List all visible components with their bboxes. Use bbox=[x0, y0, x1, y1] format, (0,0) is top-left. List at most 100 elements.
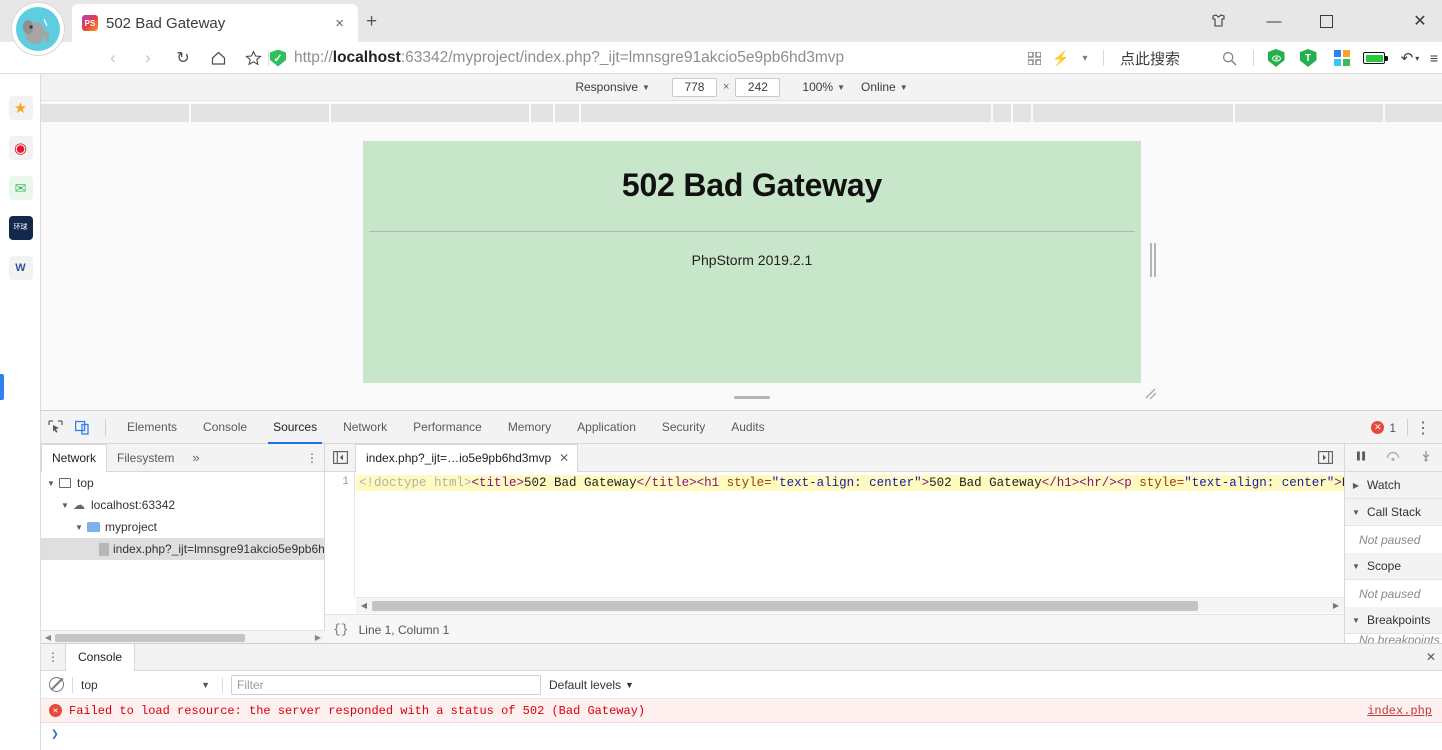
navigator-menu-icon[interactable]: ⋮ bbox=[306, 451, 318, 465]
console-error-source-link[interactable]: index.php bbox=[1367, 704, 1432, 718]
word-document-icon: W bbox=[8, 256, 33, 280]
device-width-input[interactable]: 778 bbox=[671, 77, 717, 97]
search-icon[interactable] bbox=[1216, 42, 1242, 74]
pause-resume-icon[interactable] bbox=[1355, 450, 1367, 465]
back-icon[interactable]: ‹ bbox=[98, 42, 128, 74]
tab-sources[interactable]: Sources bbox=[260, 411, 330, 444]
device-zoom-dropdown[interactable]: 100% ▼ bbox=[802, 80, 845, 94]
viewport-bottom-resize-handle[interactable] bbox=[363, 393, 1141, 401]
tab-audits[interactable]: Audits bbox=[718, 411, 777, 444]
skin-shirt-icon[interactable] bbox=[1204, 0, 1232, 42]
tab-close-icon[interactable]: × bbox=[331, 15, 348, 32]
navigator-tab-network[interactable]: Network bbox=[41, 443, 108, 472]
editor-code-area[interactable]: <!doctype html><title>502 Bad Gateway</t… bbox=[356, 472, 1344, 596]
sidebar-item-huanqiu[interactable]: 环球 bbox=[0, 208, 41, 248]
nav-divider bbox=[268, 50, 269, 66]
error-count-badge[interactable]: ✕ 1 bbox=[1371, 411, 1396, 444]
device-height-input[interactable]: 242 bbox=[735, 77, 781, 97]
sidebar-item-favorites[interactable]: ★ bbox=[0, 88, 41, 128]
undo-icon[interactable]: ↶ ▾ bbox=[1396, 42, 1424, 74]
triangle-expanded-icon[interactable]: ▼ bbox=[45, 479, 57, 488]
pretty-print-icon[interactable]: {} bbox=[333, 622, 349, 637]
address-bar[interactable]: ✓ http://localhost:63342/myproject/index… bbox=[270, 42, 844, 74]
debugger-section-call-stack[interactable]: ▼ Call Stack bbox=[1345, 499, 1442, 526]
lightning-bolt-icon[interactable]: ⚡ bbox=[1050, 42, 1072, 74]
console-filter-input[interactable]: Filter bbox=[231, 674, 541, 695]
tab-elements[interactable]: Elements bbox=[114, 411, 190, 444]
debugger-section-breakpoints[interactable]: ▼ Breakpoints bbox=[1345, 607, 1442, 634]
cloud-icon: ☁ bbox=[73, 498, 85, 512]
section-label: Call Stack bbox=[1367, 505, 1422, 519]
browser-tab[interactable]: PS 502 Bad Gateway × bbox=[72, 4, 358, 42]
forward-icon[interactable]: › bbox=[133, 42, 163, 74]
show-debugger-icon[interactable] bbox=[1310, 451, 1340, 464]
tab-network[interactable]: Network bbox=[330, 411, 400, 444]
tree-item-index-php[interactable]: index.php?_ijt=lmnsgre91akcio5e9pb6hd3mv… bbox=[41, 538, 324, 560]
shield-eye-icon[interactable] bbox=[1264, 42, 1288, 74]
qr-code-icon[interactable] bbox=[1022, 42, 1046, 74]
sidebar-item-mail[interactable]: ✉ bbox=[0, 168, 41, 208]
triangle-expanded-icon[interactable]: ▼ bbox=[73, 523, 85, 532]
console-error-message[interactable]: ✕ Failed to load resource: the server re… bbox=[41, 699, 1442, 723]
drawer-tab-console[interactable]: Console bbox=[65, 643, 136, 671]
scroll-left-icon[interactable]: ◀ bbox=[356, 601, 372, 610]
editor-tab-close-icon[interactable]: ✕ bbox=[559, 451, 569, 465]
shield-t-icon[interactable]: T bbox=[1296, 42, 1320, 74]
show-navigator-icon[interactable] bbox=[325, 451, 355, 464]
weibo-icon: ◉ bbox=[8, 136, 33, 160]
navigator-more-icon[interactable]: » bbox=[184, 450, 207, 465]
viewport-corner-resize-handle[interactable] bbox=[1144, 387, 1158, 401]
apps-grid-icon[interactable] bbox=[1330, 42, 1354, 74]
step-over-icon[interactable] bbox=[1386, 450, 1400, 465]
device-toolbar-toggle-icon[interactable] bbox=[69, 411, 97, 444]
scroll-left-icon[interactable]: ◀ bbox=[41, 633, 55, 642]
tree-item-label: myproject bbox=[105, 520, 158, 534]
debugger-section-scope[interactable]: ▼ Scope bbox=[1345, 553, 1442, 580]
scrollbar-thumb[interactable] bbox=[55, 633, 245, 642]
scroll-right-icon[interactable]: ▶ bbox=[1328, 601, 1344, 610]
console-input-prompt[interactable]: ❯ bbox=[41, 723, 1442, 745]
inspect-element-icon[interactable] bbox=[41, 411, 69, 444]
tab-application[interactable]: Application bbox=[564, 411, 649, 444]
window-minimize-button[interactable]: — bbox=[1258, 0, 1290, 42]
sidebar-item-weibo[interactable]: ◉ bbox=[0, 128, 41, 168]
clear-console-icon[interactable] bbox=[49, 677, 64, 692]
console-context-dropdown[interactable]: top ▼ bbox=[81, 675, 214, 695]
device-preset-dropdown[interactable]: Responsive ▼ bbox=[575, 80, 650, 94]
viewport-right-resize-handle[interactable] bbox=[1149, 243, 1157, 277]
chevron-down-icon[interactable]: ▾ bbox=[1074, 42, 1096, 74]
step-into-icon[interactable] bbox=[1420, 450, 1432, 465]
console-levels-dropdown[interactable]: Default levels ▼ bbox=[549, 678, 634, 692]
devtools-menu-icon[interactable]: ⋮ bbox=[1412, 411, 1434, 444]
scroll-right-icon[interactable]: ▶ bbox=[311, 633, 325, 642]
search-hint-label[interactable]: 点此搜索 bbox=[1120, 42, 1180, 74]
tab-security[interactable]: Security bbox=[649, 411, 718, 444]
home-icon[interactable] bbox=[203, 42, 233, 74]
tree-item-myproject[interactable]: ▼ myproject bbox=[41, 516, 324, 538]
drawer-menu-icon[interactable]: ⋮ bbox=[41, 650, 65, 664]
tree-item-top[interactable]: ▼ top bbox=[41, 472, 324, 494]
window-close-button[interactable]: ✕ bbox=[1404, 0, 1436, 42]
star-svg bbox=[244, 50, 262, 66]
tab-performance[interactable]: Performance bbox=[400, 411, 495, 444]
navigator-tab-filesystem[interactable]: Filesystem bbox=[107, 444, 184, 471]
sidebar-item-word-doc[interactable]: W bbox=[0, 248, 41, 288]
editor-tab-index-php[interactable]: index.php?_ijt=…io5e9pb6hd3mvp ✕ bbox=[355, 443, 579, 472]
editor-horizontal-scrollbar[interactable]: ◀ ▶ bbox=[356, 597, 1344, 613]
debugger-section-watch[interactable]: ▶ Watch bbox=[1345, 472, 1442, 499]
browser-menu-icon[interactable]: ≡ bbox=[1426, 42, 1442, 74]
scrollbar-thumb[interactable] bbox=[372, 600, 1198, 611]
reload-icon[interactable]: ↻ bbox=[168, 42, 198, 74]
tab-memory[interactable]: Memory bbox=[495, 411, 564, 444]
bookmark-star-icon[interactable] bbox=[238, 42, 268, 74]
drawer-close-icon[interactable]: ✕ bbox=[1426, 650, 1436, 664]
window-maximize-button[interactable] bbox=[1310, 0, 1342, 42]
tab-console[interactable]: Console bbox=[190, 411, 260, 444]
navigator-horizontal-scrollbar[interactable]: ◀ ▶ bbox=[41, 630, 325, 644]
triangle-expanded-icon[interactable]: ▼ bbox=[59, 501, 71, 510]
network-throttle-dropdown[interactable]: Online ▼ bbox=[861, 80, 908, 94]
shirt-svg bbox=[1211, 14, 1225, 27]
new-tab-button[interactable]: + bbox=[366, 12, 377, 31]
tree-item-localhost[interactable]: ▼ ☁ localhost:63342 bbox=[41, 494, 324, 516]
battery-icon[interactable] bbox=[1360, 42, 1388, 74]
